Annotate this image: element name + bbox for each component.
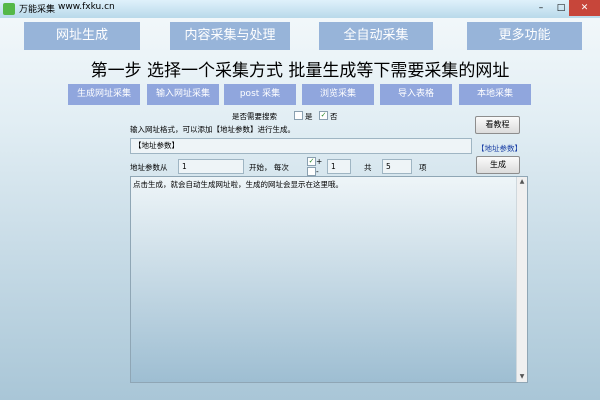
- url-template-input[interactable]: 【地址参数】: [130, 138, 472, 154]
- tab-content-collect[interactable]: 内容采集与处理: [170, 22, 290, 50]
- method-generate-url-button[interactable]: 生成网址采集: [68, 84, 140, 105]
- param-from-label: 地址参数从: [130, 163, 168, 172]
- site-url: www.fxku.cn: [58, 2, 115, 12]
- total-label: 共: [364, 163, 372, 172]
- search-question-label: 是否需要搜索: [232, 112, 277, 121]
- window-title: 万能采集: [19, 5, 56, 15]
- scroll-down-icon[interactable]: ▼: [517, 372, 527, 382]
- search-no-label: 否: [330, 112, 338, 121]
- method-import-table-button[interactable]: 导入表格: [380, 84, 452, 105]
- step-title: 第一步 选择一个采集方式 批量生成等下需要采集的网址: [90, 61, 510, 81]
- tab-more-features[interactable]: 更多功能: [467, 22, 582, 50]
- vertical-scrollbar[interactable]: ▲ ▼: [516, 177, 527, 382]
- method-local-button[interactable]: 本地采集: [459, 84, 531, 105]
- step-plus-checkbox[interactable]: ✓: [307, 157, 316, 166]
- method-post-button[interactable]: post 采集: [224, 84, 296, 105]
- close-icon[interactable]: ✕: [569, 0, 600, 16]
- app-icon: [3, 3, 15, 15]
- search-no-checkbox[interactable]: ✓: [319, 111, 328, 120]
- scroll-up-icon[interactable]: ▲: [517, 177, 527, 187]
- method-input-url-button[interactable]: 输入网址采集: [147, 84, 219, 105]
- step-minus-checkbox[interactable]: [307, 167, 316, 176]
- step-input[interactable]: 1: [327, 159, 351, 174]
- param-step-label: 开始， 每次: [249, 163, 289, 172]
- format-hint: 输入网址格式，可以添加【地址参数】进行生成。: [130, 125, 295, 134]
- method-browse-button[interactable]: 浏览采集: [302, 84, 374, 105]
- step-minus-label: -: [316, 167, 319, 176]
- output-textarea[interactable]: 点击生成，就会自动生成网址啦，生成的网址会显示在这里哦。 ▲ ▼: [130, 176, 528, 383]
- output-text: 点击生成，就会自动生成网址啦，生成的网址会显示在这里哦。: [133, 180, 343, 189]
- unit-label: 项: [419, 163, 427, 172]
- generate-button[interactable]: 生成: [476, 156, 520, 174]
- param-start-input[interactable]: 1: [178, 159, 244, 174]
- total-input[interactable]: 5: [382, 159, 412, 174]
- step-plus-label: +: [316, 157, 323, 166]
- param-insert-link[interactable]: 【地址参数】: [477, 143, 522, 154]
- title-bar: 万能采集 www.fxku.cn – □ ✕: [0, 0, 600, 18]
- main-window: 万能采集 www.fxku.cn – □ ✕ 网址生成 内容采集与处理 全自动采…: [0, 0, 600, 400]
- tab-auto-collect[interactable]: 全自动采集: [319, 22, 433, 50]
- tab-url-generate[interactable]: 网址生成: [24, 22, 140, 50]
- search-yes-checkbox[interactable]: [294, 111, 303, 120]
- search-yes-label: 是: [305, 112, 313, 121]
- tutorial-button[interactable]: 看教程: [475, 116, 520, 134]
